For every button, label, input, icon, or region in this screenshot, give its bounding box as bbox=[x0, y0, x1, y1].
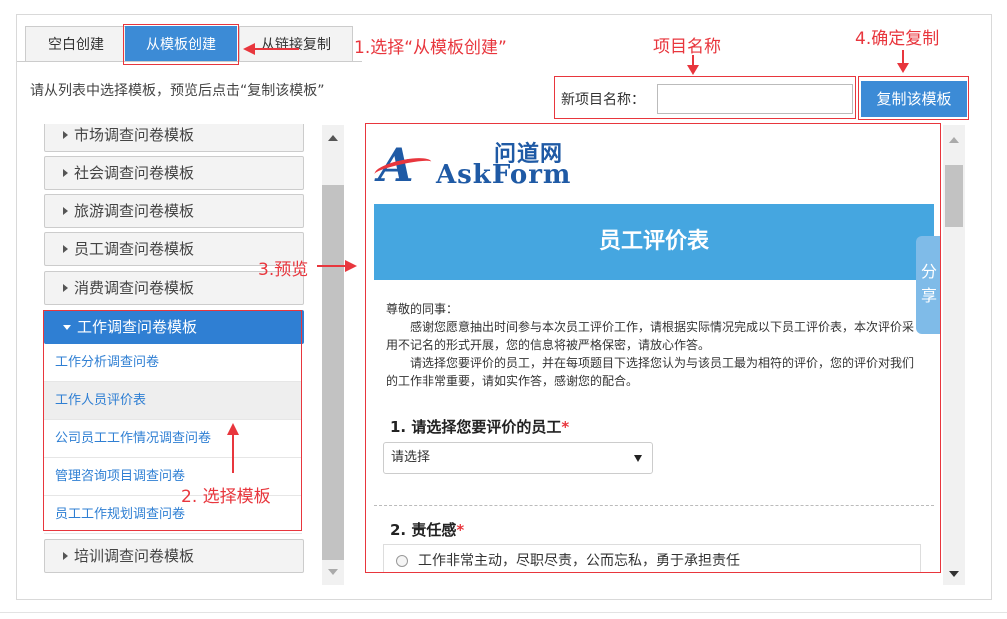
form-intro: 尊敬的同事： 感谢您愿意抽出时间参与本次员工评价工作，请根据实际情况完成以下员工… bbox=[386, 300, 916, 390]
askform-logo: A 问道网 AskForm bbox=[372, 130, 574, 196]
share-button[interactable]: 分享 bbox=[916, 236, 940, 334]
annotation-arrow-step3 bbox=[317, 265, 347, 267]
project-name-label: 新项目名称： bbox=[561, 92, 645, 108]
copy-template-button[interactable]: 复制该模板 bbox=[861, 81, 967, 117]
intro-greeting: 尊敬的同事： bbox=[386, 302, 459, 316]
dropdown-arrow-icon bbox=[634, 455, 642, 462]
tab-link-copy[interactable]: 从链接复制 bbox=[239, 26, 353, 62]
annotation-project-name: 项目名称 bbox=[653, 37, 721, 57]
preview-scrollbar[interactable] bbox=[943, 125, 965, 585]
annotation-arrowhead-name bbox=[687, 65, 699, 75]
category-label: 消费调查问卷模板 bbox=[74, 279, 195, 297]
category-scrollbar[interactable] bbox=[322, 125, 344, 585]
annotation-arrowhead-step4 bbox=[897, 63, 909, 73]
caret-right-icon bbox=[63, 245, 68, 253]
caret-down-icon bbox=[63, 325, 71, 330]
template-preview[interactable]: A 问道网 AskForm 员工评价表 分享 尊敬的同事： 感谢您愿意抽出时间参… bbox=[365, 123, 941, 573]
scroll-down-icon[interactable] bbox=[328, 569, 338, 575]
annotation-step2: 2. 选择模板 bbox=[181, 487, 271, 507]
caret-right-icon bbox=[63, 169, 68, 177]
employee-select[interactable]: 请选择 bbox=[383, 442, 653, 474]
logo-en-text: AskForm bbox=[436, 160, 572, 190]
scroll-down-icon[interactable] bbox=[949, 571, 959, 577]
instruction-text: 请从列表中选择模板，预览后点击“复制该模板” bbox=[30, 83, 325, 99]
annotation-arrow-step2 bbox=[232, 435, 234, 473]
annotation-arrowhead-step3 bbox=[345, 260, 357, 272]
annotation-arrow-step1 bbox=[255, 48, 299, 50]
category-item-work[interactable]: 工作调查问卷模板 bbox=[44, 310, 304, 344]
category-item-training[interactable]: 培训调查问卷模板 bbox=[44, 539, 304, 573]
category-label: 培训调查问卷模板 bbox=[74, 547, 195, 565]
intro-paragraph-1: 感谢您愿意抽出时间参与本次员工评价工作，请根据实际情况完成以下员工评价表，本次评… bbox=[386, 320, 915, 352]
required-mark: * bbox=[561, 418, 570, 436]
annotation-step3: 3.预览 bbox=[258, 260, 309, 280]
tab-underline bbox=[17, 61, 362, 62]
main-frame: 空白创建 从模板创建 从链接复制 1.选择“从模板创建” 项目名称 4.确定复制… bbox=[16, 14, 992, 600]
caret-right-icon bbox=[63, 284, 68, 292]
tab-blank-create[interactable]: 空白创建 bbox=[25, 26, 127, 62]
employee-select-value: 请选择 bbox=[391, 450, 431, 465]
category-item-market[interactable]: 市场调查问卷模板 bbox=[44, 124, 304, 152]
question-2-title: 2. 责任感* bbox=[390, 519, 464, 540]
scrollbar-thumb[interactable] bbox=[945, 165, 963, 227]
scrollbar-thumb[interactable] bbox=[322, 185, 344, 560]
template-item-selected[interactable]: 工作人员评价表 bbox=[44, 382, 302, 420]
question-1-title: 1. 请选择您要评价的员工* bbox=[390, 416, 569, 437]
question-1-text: 1. 请选择您要评价的员工 bbox=[390, 418, 562, 436]
category-label: 市场调查问卷模板 bbox=[74, 126, 195, 144]
scroll-up-icon[interactable] bbox=[328, 135, 338, 141]
category-item-social[interactable]: 社会调查问卷模板 bbox=[44, 156, 304, 190]
project-name-input[interactable] bbox=[657, 84, 853, 114]
required-mark: * bbox=[456, 521, 465, 539]
template-item[interactable]: 公司员工工作情况调查问卷 bbox=[44, 420, 302, 458]
intro-paragraph-2: 请选择您要评价的员工，并在每项题目下选择您认为与该员工最为相符的评价，您的评价对… bbox=[386, 356, 915, 388]
question-2-text: 2. 责任感 bbox=[390, 521, 457, 539]
category-item-travel[interactable]: 旅游调查问卷模板 bbox=[44, 194, 304, 228]
annotation-step1: 1.选择“从模板创建” bbox=[354, 38, 507, 58]
caret-right-icon bbox=[63, 131, 68, 139]
annotation-arrow-step4 bbox=[902, 50, 904, 64]
scroll-up-icon[interactable] bbox=[949, 137, 959, 143]
radio-icon[interactable] bbox=[396, 555, 408, 567]
question-divider bbox=[374, 505, 934, 506]
annotation-step4: 4.确定复制 bbox=[855, 29, 940, 49]
caret-right-icon bbox=[63, 552, 68, 560]
tab-template-create[interactable]: 从模板创建 bbox=[125, 26, 237, 62]
category-label: 员工调查问卷模板 bbox=[74, 240, 195, 258]
category-label: 工作调查问卷模板 bbox=[77, 318, 198, 336]
page-bottom-divider bbox=[0, 612, 1007, 613]
annotation-arrowhead-step1 bbox=[243, 43, 255, 55]
category-label: 社会调查问卷模板 bbox=[74, 164, 195, 182]
template-item[interactable]: 工作分析调查问卷 bbox=[44, 344, 302, 382]
option-label: 工作非常主动，尽职尽责，公而忘私，勇于承担责任 bbox=[418, 553, 740, 569]
category-label: 旅游调查问卷模板 bbox=[74, 202, 195, 220]
caret-right-icon bbox=[63, 207, 68, 215]
question-2-option-1[interactable]: 工作非常主动，尽职尽责，公而忘私，勇于承担责任 bbox=[383, 544, 921, 572]
annotation-arrowhead-step2 bbox=[227, 423, 239, 435]
form-title: 员工评价表 bbox=[374, 204, 934, 280]
